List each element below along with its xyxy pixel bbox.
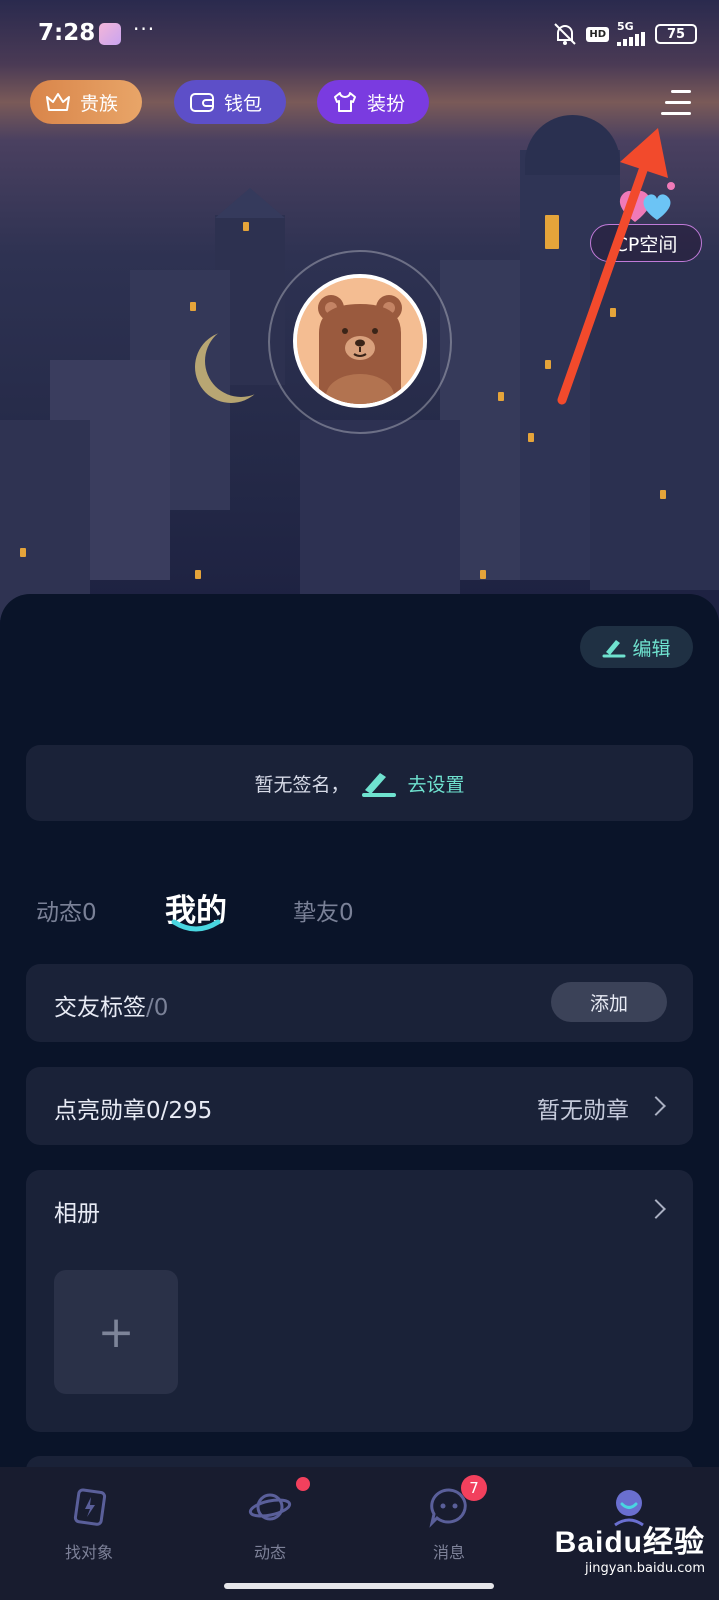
- status-time: 7:28: [38, 20, 96, 46]
- baidu-watermark: Baidu经验 jingyan.baidu.com: [555, 1517, 705, 1576]
- messages-count-badge: 7: [461, 1475, 487, 1501]
- plus-icon: +: [97, 1306, 135, 1358]
- pen-icon: [602, 640, 626, 658]
- nav-messages[interactable]: 7 消息: [389, 1475, 509, 1563]
- home-indicator[interactable]: [224, 1583, 494, 1589]
- add-tag-button[interactable]: 添加: [551, 982, 667, 1022]
- shirt-icon: [334, 92, 356, 112]
- moon-icon: [205, 325, 277, 397]
- more-notifications-icon: ···: [133, 17, 156, 41]
- card-icon: [67, 1485, 111, 1529]
- mute-bell-icon: [554, 23, 577, 45]
- dress-up-label: 装扮: [367, 92, 406, 115]
- medal-card[interactable]: 点亮勋章0/295 暂无勋章: [26, 1067, 693, 1145]
- status-bar: 7:28 ··· HD 5G 75: [0, 0, 719, 70]
- cover-building: [300, 420, 460, 600]
- cover-building: [0, 420, 90, 620]
- dress-up-button[interactable]: 装扮: [317, 80, 429, 124]
- friend-tags-card: 交友标签/0 添加: [26, 964, 693, 1042]
- edit-profile-button[interactable]: 编辑: [580, 626, 693, 668]
- menu-icon-line: [671, 90, 691, 93]
- hd-icon: HD: [586, 26, 609, 42]
- wallet-icon: [190, 93, 214, 112]
- chevron-right-icon: [646, 1096, 666, 1116]
- edit-label: 编辑: [632, 637, 671, 660]
- friend-tags-title: 交友标签/0: [54, 988, 168, 1022]
- chat-icon: 7: [427, 1475, 487, 1529]
- signature-empty-text: 暂无签名，: [254, 773, 350, 796]
- friend-tags-label: 交友标签: [54, 995, 146, 1021]
- bear-avatar-icon: [297, 278, 423, 404]
- add-photo-button[interactable]: +: [54, 1270, 178, 1394]
- tab-close-friends[interactable]: 挚友0: [293, 893, 354, 927]
- nav-moments[interactable]: 动态: [210, 1477, 330, 1563]
- cover-window: [243, 222, 249, 231]
- menu-button[interactable]: [661, 90, 691, 116]
- medal-title: 点亮勋章0/295: [54, 1098, 213, 1124]
- annotation-arrow-icon: [557, 128, 668, 405]
- watermark-logo: Baidu经验: [554, 1526, 705, 1559]
- status-icons: HD 5G 75: [552, 20, 697, 46]
- nav-find-match[interactable]: 找对象: [29, 1485, 149, 1563]
- cover-window: [528, 433, 534, 442]
- nav-moments-label: 动态: [253, 1543, 286, 1562]
- profile-tabs: 动态0 我的 挚友0: [0, 885, 719, 945]
- cover-window: [480, 570, 486, 579]
- cover-window: [20, 548, 26, 557]
- wallet-button[interactable]: 钱包: [174, 80, 286, 124]
- add-tag-label: 添加: [589, 992, 628, 1015]
- cover-window: [498, 392, 504, 401]
- pen-icon: [361, 773, 396, 797]
- friend-tags-count: /0: [146, 995, 169, 1021]
- signature-box[interactable]: 暂无签名， 去设置: [26, 745, 693, 821]
- battery-icon: 75: [655, 24, 697, 44]
- menu-icon-line: [665, 101, 691, 104]
- crown-icon: [46, 93, 70, 111]
- set-signature-link[interactable]: 去设置: [408, 770, 465, 797]
- network-type: 5G: [617, 20, 634, 33]
- moments-dot-badge: [296, 1477, 310, 1491]
- tab-moments[interactable]: 动态0: [36, 893, 97, 927]
- medal-status: 暂无勋章: [537, 1098, 629, 1124]
- active-tab-indicator: [171, 919, 221, 932]
- planet-icon: [248, 1477, 310, 1529]
- noble-label: 贵族: [80, 92, 119, 115]
- avatar[interactable]: [293, 274, 427, 408]
- cover-window: [660, 490, 666, 499]
- album-card: 相册 +: [26, 1170, 693, 1432]
- app-notification-icon: [99, 23, 121, 45]
- nav-find-match-label: 找对象: [64, 1543, 113, 1562]
- cover-window: [190, 302, 196, 311]
- battery-level: 75: [666, 26, 686, 42]
- wallet-label: 钱包: [224, 92, 263, 115]
- album-title: 相册: [54, 1201, 100, 1227]
- cover-window: [195, 570, 201, 579]
- cover-roof: [215, 188, 285, 218]
- menu-icon-line: [661, 112, 691, 115]
- noble-button[interactable]: 贵族: [30, 80, 142, 124]
- nav-messages-label: 消息: [432, 1543, 465, 1562]
- chevron-right-icon[interactable]: [646, 1199, 666, 1219]
- watermark-url: jingyan.baidu.com: [585, 1561, 705, 1576]
- signal-icon: 5G: [617, 20, 647, 46]
